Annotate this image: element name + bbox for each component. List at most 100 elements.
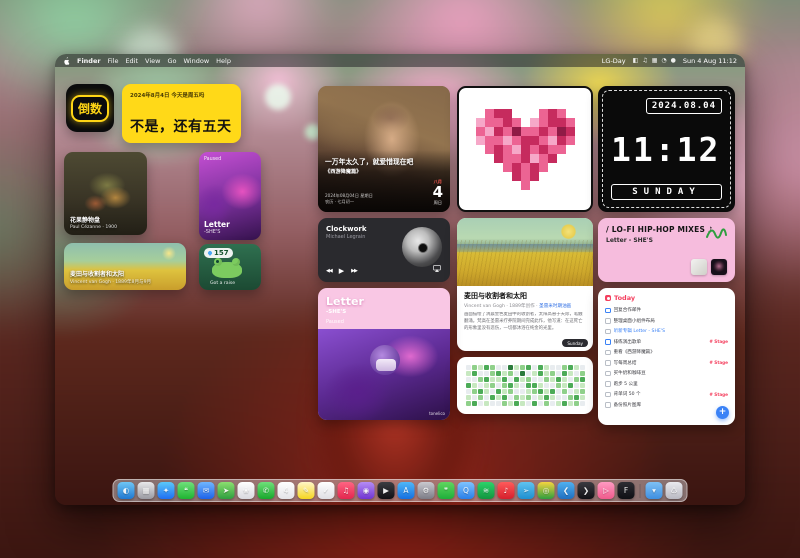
todo-checkbox[interactable] <box>605 402 611 408</box>
status-icon-0[interactable]: ◧ <box>633 57 639 64</box>
next-track-button[interactable]: ▶▶ <box>351 268 357 274</box>
contribution-graph-widget[interactable] <box>457 357 593 414</box>
countdown-app-icon[interactable]: 倒数 <box>66 84 114 132</box>
pixel-clock-widget[interactable]: 2024.08.04 11:12 SUNDAY <box>598 86 735 212</box>
dock-app-chrome[interactable]: ◎ <box>538 482 555 499</box>
dock-app-safari[interactable]: ✦ <box>158 482 175 499</box>
todo-checkbox[interactable] <box>605 350 611 356</box>
menu-item-file[interactable]: File <box>108 57 119 65</box>
countdown-icon-label: 倒数 <box>71 95 109 122</box>
dock-app-messages[interactable]: ❝ <box>178 482 195 499</box>
status-icon-4[interactable]: ● <box>671 57 676 64</box>
dock-app-maps[interactable]: ➤ <box>218 482 235 499</box>
lofi-mix-widget[interactable]: / LO-FI HIP-HOP MIXES ♪ Letter - SHE'S <box>598 218 735 282</box>
apple-menu-icon[interactable] <box>63 57 70 65</box>
artwork-link[interactable]: 圣雷米时期油画 <box>539 304 571 309</box>
todo-item[interactable]: 听新专辑 Letter - SHE'S <box>605 326 728 337</box>
todo-checkbox[interactable] <box>605 371 611 377</box>
pixel-heart-widget[interactable] <box>457 86 593 212</box>
dock-app-vscode[interactable]: ❮ <box>558 482 575 499</box>
status-icon-1[interactable]: ♫ <box>642 57 647 64</box>
dock-app-launchpad[interactable]: ▦ <box>138 482 155 499</box>
dock-app-music[interactable]: ♫ <box>338 482 355 499</box>
cezanne-art-widget[interactable]: 花果静物盘 Paul Cézanne · 1900 <box>64 152 147 235</box>
dock-app-mail[interactable]: ✉ <box>198 482 215 499</box>
todo-checkbox[interactable] <box>605 381 611 387</box>
todo-item-label: 回复合作邮件 <box>614 307 729 313</box>
heart-pixel <box>467 163 476 172</box>
menu-item-finder[interactable]: Finder <box>77 57 101 65</box>
music-player-widget[interactable]: Clockwork Michael Legrain ◀◀ ▶ ▶▶ <box>318 218 450 282</box>
wheatfield-small-widget[interactable]: 麦田与收割者和太阳 Vincent van Gogh · 1889年8月与9月 <box>64 243 186 290</box>
todo-checkbox[interactable] <box>605 329 611 335</box>
dock-app-facetime[interactable]: ✆ <box>258 482 275 499</box>
todo-widget[interactable]: Today 回复合作邮件整理桌面小组件布局听新专辑 Letter - SHE'S… <box>598 288 735 425</box>
dock-app-tv[interactable]: ▶ <box>378 482 395 499</box>
dock-app-trash[interactable]: ♺ <box>666 482 683 499</box>
todo-item[interactable]: 回复合作邮件 <box>605 305 728 316</box>
play-button[interactable]: ▶ <box>339 267 344 275</box>
menu-item-window[interactable]: Window <box>184 57 210 65</box>
frog-widget[interactable]: 157 Got a raise <box>199 244 261 290</box>
contribution-cell <box>508 383 513 388</box>
dock-app-reminders[interactable]: ✓ <box>318 482 335 499</box>
dock-app-spotify[interactable]: ≋ <box>478 482 495 499</box>
status-icon-3[interactable]: ◔ <box>661 57 666 64</box>
dock-app-appstore[interactable]: A <box>398 482 415 499</box>
chrome-icon: ◎ <box>543 486 550 495</box>
artwork-artist: Vincent van Gogh · 1889年创作 · <box>464 304 539 309</box>
album-thumb-dark[interactable] <box>711 259 727 275</box>
todo-checkbox[interactable] <box>605 339 611 345</box>
add-task-button[interactable]: + <box>716 406 729 419</box>
todo-item[interactable]: 写每周总结# Stage <box>605 358 728 369</box>
dock-app-calendar[interactable]: 4 <box>278 482 295 499</box>
dock-app-notes[interactable]: ✎ <box>298 482 315 499</box>
letter-large-widget[interactable]: Letter -SHE'S Paused tonelico <box>318 288 450 420</box>
photo-quote-widget[interactable]: 一万年太久了，就爱惜现在吧 《西游降魔篇》 2024年08月04日 星期日 农历… <box>318 86 450 212</box>
todo-item[interactable]: 买牛奶和咖啡豆 <box>605 368 728 379</box>
todo-checkbox[interactable] <box>605 308 611 314</box>
todo-checkbox[interactable] <box>605 318 611 324</box>
contribution-cell <box>466 371 471 376</box>
airplay-icon[interactable] <box>433 257 441 276</box>
menubar-app-label[interactable]: LG-Day <box>602 57 626 65</box>
music-widget-small[interactable]: Paused Letter -SHE'S <box>199 152 261 240</box>
todo-item[interactable]: 排练演出歌单# Stage <box>605 337 728 348</box>
heart-pixel <box>476 163 485 172</box>
todo-item[interactable]: 备份照片图库 <box>605 400 728 411</box>
contribution-cell <box>502 377 507 382</box>
dock-app-finder[interactable]: ◐ <box>118 482 135 499</box>
dock-app-figma[interactable]: F <box>618 482 635 499</box>
contribution-cell <box>532 365 537 370</box>
dock-app-settings[interactable]: ⚙ <box>418 482 435 499</box>
dock-app-podcasts[interactable]: ◉ <box>358 482 375 499</box>
dock-app-photos[interactable]: ❀ <box>238 482 255 499</box>
todo-checkbox[interactable] <box>605 392 611 398</box>
contribution-cell <box>508 365 513 370</box>
menu-item-edit[interactable]: Edit <box>125 57 138 65</box>
todo-item[interactable]: 整理桌面小组件布局 <box>605 316 728 327</box>
menu-item-view[interactable]: View <box>145 57 160 65</box>
todo-item[interactable]: 重看《西游降魔篇》 <box>605 347 728 358</box>
countdown-widget[interactable]: 2024年8月4日 今天是周五吗 不是，还有五天 <box>122 84 241 143</box>
dock-app-qq[interactable]: Q <box>458 482 475 499</box>
album-thumb-sketch[interactable] <box>691 259 707 275</box>
todo-checkbox[interactable] <box>605 360 611 366</box>
dock-app-bilibili[interactable]: ▷ <box>598 482 615 499</box>
previous-track-button[interactable]: ◀◀ <box>326 268 332 274</box>
status-icon-2[interactable]: ▦ <box>652 57 658 64</box>
dock-app-terminal[interactable]: ❯ <box>578 482 595 499</box>
menu-item-help[interactable]: Help <box>216 57 231 65</box>
downloads-folder-icon: ▾ <box>652 486 656 495</box>
dock-app-wechat[interactable]: ❞ <box>438 482 455 499</box>
menubar-clock[interactable]: Sun 4 Aug 11:12 <box>683 57 737 65</box>
dock-app-telegram[interactable]: ➢ <box>518 482 535 499</box>
menu-item-go[interactable]: Go <box>167 57 176 65</box>
dock-app-downloads-folder[interactable]: ▾ <box>646 482 663 499</box>
heart-pixel <box>476 136 485 145</box>
artwork-of-the-day-widget[interactable]: 麦田与收割者和太阳 Vincent van Gogh · 1889年创作 · 圣… <box>457 218 593 351</box>
dock-app-netease-music[interactable]: ♪ <box>498 482 515 499</box>
todo-item[interactable]: 背单词 50 个# Stage <box>605 389 728 400</box>
heart-pixel <box>503 109 512 118</box>
todo-item[interactable]: 跑步 5 公里 <box>605 379 728 390</box>
